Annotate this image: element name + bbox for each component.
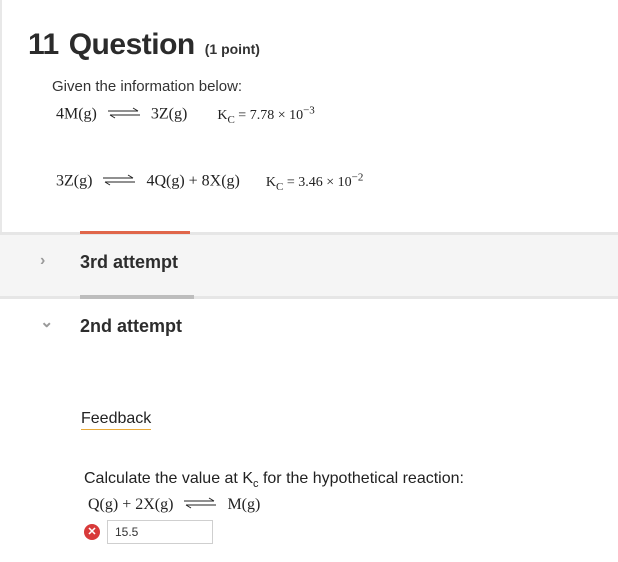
kc-value: = 7.78 × 10 — [238, 107, 304, 123]
equation-2-right: 4Q(g) + 8X(g) — [146, 172, 240, 190]
kc-subscript: C — [276, 180, 284, 193]
equilibrium-arrow-icon — [107, 106, 141, 124]
reaction-left: Q(g) + 2X(g) — [88, 496, 174, 513]
kc-value: = 3.46 × 10 — [286, 174, 352, 190]
feedback-prompt: Calculate the value at Kc for the hypoth… — [84, 470, 464, 490]
feedback-link[interactable]: Feedback — [81, 410, 152, 430]
question-points: (1 point) — [204, 41, 260, 57]
attempt-3-label[interactable]: 3rd attempt — [80, 252, 178, 273]
kc-symbol: K — [217, 107, 228, 123]
attempt-2-tab-bar — [80, 295, 194, 299]
kc-exponent: −2 — [351, 171, 364, 183]
left-border — [0, 0, 2, 232]
attempt-3-accent-bar — [80, 231, 190, 234]
equilibrium-arrow-icon — [102, 173, 136, 191]
hypothetical-reaction: Q(g) + 2X(g) M(g) — [88, 496, 260, 514]
equation-1-left: 4M(g) — [56, 105, 97, 123]
attempt-2-label[interactable]: 2nd attempt — [80, 316, 182, 337]
prompt-text-after: for the hypothetical reaction: — [258, 470, 464, 487]
prompt-text-before: Calculate the value at K — [84, 470, 253, 487]
equilibrium-arrow-icon — [183, 496, 217, 514]
kc-subscript: C — [227, 113, 235, 126]
x-circle-icon: ✕ — [84, 524, 100, 540]
equation-2-kc: KC = 3.46 × 10−2 — [265, 171, 363, 193]
reaction-right: M(g) — [227, 496, 261, 513]
question-header: 11 Question (1 point) — [28, 28, 260, 62]
question-number: 11 — [28, 28, 59, 61]
kc-exponent: −3 — [303, 104, 315, 116]
chevron-down-icon[interactable]: ⌄ — [40, 312, 53, 332]
given-info-text: Given the information below: — [52, 78, 243, 95]
answer-input[interactable]: 15.5 — [107, 520, 213, 544]
equation-1-kc: KC = 7.78 × 10−3 — [217, 104, 314, 126]
equation-2-left: 3Z(g) — [56, 172, 93, 190]
equation-2: 3Z(g) 4Q(g) + 8X(g) KC = 3.46 × 10−2 — [56, 171, 363, 192]
question-title: Question — [68, 28, 196, 61]
equation-1-right: 3Z(g) — [150, 105, 188, 123]
answer-row: ✕ 15.5 — [84, 520, 213, 544]
equation-1: 4M(g) 3Z(g) KC = 7.78 × 10−3 — [56, 104, 315, 125]
chevron-right-icon[interactable]: › — [40, 252, 45, 270]
kc-symbol: K — [265, 174, 277, 190]
